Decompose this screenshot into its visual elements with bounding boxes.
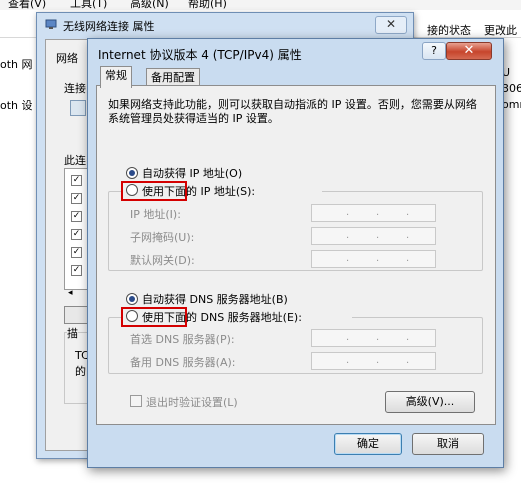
auto-ip-label[interactable]: 自动获得 IP 地址(O) <box>142 165 242 181</box>
alternate-dns-field[interactable]: ... <box>311 352 436 370</box>
component-checkbox[interactable]: ✓ <box>71 229 82 240</box>
scroll-left-arrow-icon[interactable]: ◂ <box>68 288 73 298</box>
default-gateway-field[interactable]: ... <box>311 250 436 268</box>
description-text: 的 <box>75 365 86 378</box>
preferred-dns-field[interactable]: ... <box>311 329 436 347</box>
highlight-box <box>121 307 187 327</box>
background-fragment: oth 设 <box>0 99 33 112</box>
wireless-dialog-titlebar: 无线网络连接 属性 ✕ <box>37 13 413 37</box>
adapter-icon <box>70 100 86 116</box>
subnet-mask-field[interactable]: ... <box>311 227 436 245</box>
auto-dns-label[interactable]: 自动获得 DNS 服务器地址(B) <box>142 291 288 307</box>
component-checkbox[interactable]: ✓ <box>71 247 82 258</box>
menu-view[interactable]: 查看(V) <box>8 0 46 11</box>
wireless-dialog-title: 无线网络连接 属性 <box>63 20 155 33</box>
validate-on-exit-checkbox[interactable] <box>130 395 142 407</box>
background-fragment: oth 网 <box>0 58 33 71</box>
this-connection-label: 此连 <box>64 154 86 167</box>
menu-tools[interactable]: 工具(T) <box>70 0 107 11</box>
ip-address-label: IP 地址(I): <box>130 208 181 221</box>
description-label: 描 <box>67 325 78 341</box>
help-button[interactable]: ? <box>422 42 446 60</box>
wireless-dialog-close-button[interactable]: ✕ <box>375 16 407 34</box>
validate-on-exit-label[interactable]: 退出时验证设置(L) <box>146 394 238 410</box>
default-gateway-label: 默认网关(D): <box>130 254 195 267</box>
connect-using-label: 连接 <box>64 82 86 95</box>
cancel-button[interactable]: 取消 <box>412 433 484 455</box>
background-column-status: 接的状态 <box>427 24 471 37</box>
menu-advanced[interactable]: 高级(N) <box>130 0 169 11</box>
highlight-box <box>121 181 187 201</box>
background-column-change: 更改此 <box>484 24 517 37</box>
component-checkbox[interactable]: ✓ <box>71 211 82 222</box>
menu-help[interactable]: 帮助(H) <box>188 0 227 11</box>
background-fragment: omm <box>502 98 521 111</box>
general-tab-panel: 如果网络支持此功能，则可以获取自动指派的 IP 设置。否则，您需要从网络系统管理… <box>96 85 496 425</box>
alternate-dns-label: 备用 DNS 服务器(A): <box>130 356 236 369</box>
tab-general[interactable]: 常规 <box>100 66 132 88</box>
ipv4-properties-dialog: Internet 协议版本 4 (TCP/IPv4) 属性 ? ✕ 常规 备用配… <box>87 38 504 468</box>
network-adapter-icon <box>45 18 57 30</box>
auto-ip-radio[interactable] <box>126 167 138 179</box>
preferred-dns-label: 首选 DNS 服务器(P): <box>130 333 235 346</box>
component-checkbox[interactable]: ✓ <box>71 265 82 276</box>
background-menubar: 查看(V) 工具(T) 高级(N) 帮助(H) <box>0 0 521 10</box>
subnet-mask-label: 子网掩码(U): <box>130 231 195 244</box>
component-checkbox[interactable]: ✓ <box>71 193 82 204</box>
ip-address-field[interactable]: ... <box>311 204 436 222</box>
description-text: 如果网络支持此功能，则可以获取自动指派的 IP 设置。否则，您需要从网络系统管理… <box>108 98 477 125</box>
auto-dns-radio[interactable] <box>126 293 138 305</box>
close-button[interactable]: ✕ <box>446 42 492 60</box>
tab-network[interactable]: 网络 <box>56 50 78 66</box>
component-checkbox[interactable]: ✓ <box>71 175 82 186</box>
ok-button[interactable]: 确定 <box>334 433 402 455</box>
background-fragment: 306 <box>502 82 521 95</box>
advanced-button[interactable]: 高级(V)... <box>385 391 475 413</box>
ipv4-dialog-title: Internet 协议版本 4 (TCP/IPv4) 属性 <box>98 48 302 62</box>
